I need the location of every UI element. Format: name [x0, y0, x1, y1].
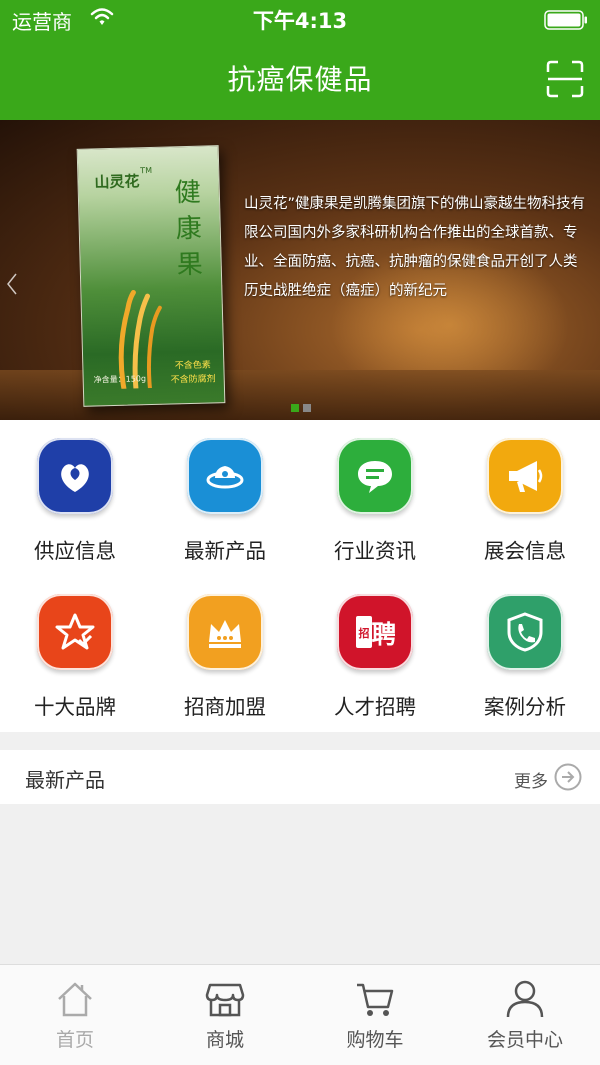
category-label: 人才招聘 — [334, 695, 416, 719]
category-label: 案例分析 — [484, 695, 566, 719]
category-item[interactable]: 展会信息 — [450, 420, 600, 576]
svg-text:聘: 聘 — [371, 620, 395, 649]
nav-label: 商城 — [205, 1029, 244, 1051]
cloud-ring-icon — [187, 438, 263, 514]
category-item[interactable]: 招商加盟 — [150, 576, 300, 732]
carousel-indicator[interactable] — [291, 397, 315, 412]
product-name: 健康果 — [174, 177, 204, 281]
category-item[interactable]: 行业资讯 — [300, 420, 450, 576]
category-item[interactable]: 招聘人才招聘 — [300, 576, 450, 732]
status-time: 下午4:13 — [252, 9, 348, 33]
promo-banner[interactable]: 山灵花 TM 健康果 净含量：150g 不含色素 不含防腐剂 山灵花”健康果是凯… — [0, 120, 600, 420]
category-grid: 供应信息 最新产品 行业资讯 展会信息 十大品牌 招商加盟招聘人才招聘 案例分析 — [0, 420, 600, 732]
category-label: 招商加盟 — [184, 695, 266, 719]
banner-description: 山灵花”健康果是凯腾集团旗下的佛山豪越生物科技有限公司国内外多家科研机构合作推出… — [244, 196, 586, 299]
section-title: 最新产品 — [25, 768, 105, 792]
status-bar: 运营商 下午4:13 — [0, 0, 600, 40]
page-title: 抗癌保健品 — [227, 63, 373, 96]
cart-icon — [357, 983, 394, 1016]
chevron-left-icon[interactable] — [6, 272, 18, 296]
product-brand: 山灵花 — [94, 172, 140, 192]
product-weight: 净含量：150g — [93, 374, 147, 385]
chat-bubble-icon — [337, 438, 413, 514]
recruit-icon: 招聘 — [337, 594, 413, 670]
scan-icon[interactable] — [546, 60, 584, 98]
slogan-line-1: 不含色素 — [174, 360, 211, 372]
product-list-area — [0, 804, 600, 964]
product-slogan: 不含色素 不含防腐剂 — [170, 358, 216, 387]
product-trademark: TM — [140, 165, 153, 176]
slogan-line-2: 不含防腐剂 — [170, 374, 216, 386]
star-check-icon — [37, 594, 113, 670]
battery-icon — [544, 10, 587, 30]
nav-label: 首页 — [55, 1029, 94, 1051]
top-bar: 运营商 下午4:13 抗癌保健品 — [0, 0, 600, 120]
phone-shield-icon — [487, 594, 563, 670]
megaphone-icon — [487, 438, 563, 514]
bottom-nav: 首页 商城 购物车 会员中心 — [0, 964, 600, 1065]
svg-text:招: 招 — [359, 626, 370, 640]
category-item[interactable]: 供应信息 — [0, 420, 150, 576]
nav-item-home[interactable]: 首页 — [0, 965, 150, 1065]
section-header: 最新产品 更多 — [0, 750, 600, 804]
category-label: 供应信息 — [34, 539, 116, 563]
crown-icon — [187, 594, 263, 670]
more-link[interactable]: 更多 — [514, 767, 548, 792]
user-icon — [506, 980, 544, 1018]
nav-item-user[interactable]: 会员中心 — [450, 965, 600, 1065]
category-item[interactable]: 案例分析 — [450, 576, 600, 732]
product-box-image: 山灵花 TM 健康果 净含量：150g 不含色素 不含防腐剂 — [76, 145, 226, 407]
carousel-dot[interactable] — [291, 404, 299, 412]
nav-label: 会员中心 — [486, 1029, 563, 1051]
home-icon — [58, 982, 92, 1017]
carousel-dot[interactable] — [303, 404, 311, 412]
category-item[interactable]: 最新产品 — [150, 420, 300, 576]
category-label: 展会信息 — [484, 539, 566, 563]
category-label: 十大品牌 — [34, 695, 116, 719]
nav-item-cart[interactable]: 购物车 — [300, 965, 450, 1065]
arrow-right-circle-icon[interactable] — [554, 763, 582, 791]
nav-item-shop[interactable]: 商城 — [150, 965, 300, 1065]
category-label: 行业资讯 — [334, 539, 416, 563]
nav-label: 购物车 — [346, 1029, 404, 1051]
shop-icon — [205, 983, 245, 1017]
category-item[interactable]: 十大品牌 — [0, 576, 150, 732]
heart-flower-icon — [37, 438, 113, 514]
category-label: 最新产品 — [184, 539, 266, 563]
